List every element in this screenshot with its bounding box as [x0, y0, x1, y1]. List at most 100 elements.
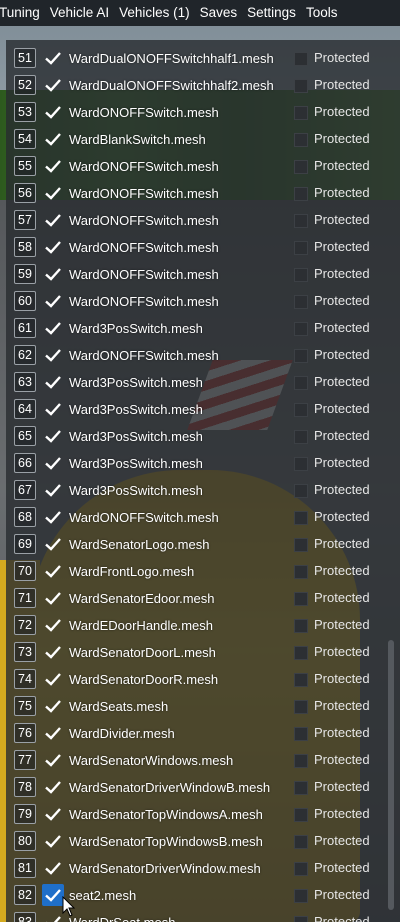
visible-checkbox[interactable] [42, 236, 64, 258]
row-index-box[interactable]: 56 [14, 183, 36, 203]
visible-checkbox[interactable] [42, 722, 64, 744]
protected-checkbox[interactable] [294, 430, 308, 444]
protected-checkbox[interactable] [294, 889, 308, 903]
protected-checkbox[interactable] [294, 538, 308, 552]
protected-checkbox[interactable] [294, 700, 308, 714]
row-index-box[interactable]: 54 [14, 129, 36, 149]
protected-checkbox[interactable] [294, 862, 308, 876]
visible-checkbox[interactable] [42, 587, 64, 609]
visible-checkbox[interactable] [42, 317, 64, 339]
menu-vehicles[interactable]: Vehicles (1) [119, 0, 198, 26]
protected-checkbox[interactable] [294, 160, 308, 174]
protected-checkbox[interactable] [294, 484, 308, 498]
visible-checkbox[interactable] [42, 182, 64, 204]
protected-checkbox[interactable] [294, 295, 308, 309]
protected-checkbox[interactable] [294, 565, 308, 579]
protected-checkbox[interactable] [294, 835, 308, 849]
protected-checkbox[interactable] [294, 619, 308, 633]
visible-checkbox[interactable] [42, 506, 64, 528]
row-index-box[interactable]: 53 [14, 102, 36, 122]
menu-tuning[interactable]: Tuning [0, 0, 48, 26]
row-index-box[interactable]: 62 [14, 345, 36, 365]
visible-checkbox[interactable] [42, 47, 64, 69]
visible-checkbox[interactable] [42, 830, 64, 852]
row-index-box[interactable]: 83 [14, 912, 36, 922]
visible-checkbox[interactable] [42, 749, 64, 771]
protected-checkbox[interactable] [294, 808, 308, 822]
visible-checkbox[interactable] [42, 533, 64, 555]
row-index-box[interactable]: 58 [14, 237, 36, 257]
protected-checkbox[interactable] [294, 511, 308, 525]
row-index-box[interactable]: 59 [14, 264, 36, 284]
visible-checkbox[interactable] [42, 479, 64, 501]
row-index-box[interactable]: 70 [14, 561, 36, 581]
protected-checkbox[interactable] [294, 646, 308, 660]
protected-checkbox[interactable] [294, 241, 308, 255]
visible-checkbox[interactable] [42, 803, 64, 825]
row-index-box[interactable]: 72 [14, 615, 36, 635]
protected-checkbox[interactable] [294, 52, 308, 66]
visible-checkbox[interactable] [42, 560, 64, 582]
protected-checkbox[interactable] [294, 673, 308, 687]
protected-checkbox[interactable] [294, 376, 308, 390]
row-index-box[interactable]: 76 [14, 723, 36, 743]
protected-checkbox[interactable] [294, 133, 308, 147]
protected-checkbox[interactable] [294, 781, 308, 795]
row-index-box[interactable]: 77 [14, 750, 36, 770]
menu-saves[interactable]: Saves [200, 0, 246, 26]
protected-checkbox[interactable] [294, 916, 308, 922]
row-index-box[interactable]: 78 [14, 777, 36, 797]
row-index-box[interactable]: 51 [14, 48, 36, 68]
protected-checkbox[interactable] [294, 79, 308, 93]
visible-checkbox[interactable] [42, 884, 64, 906]
visible-checkbox[interactable] [42, 398, 64, 420]
row-index-box[interactable]: 71 [14, 588, 36, 608]
row-index-box[interactable]: 74 [14, 669, 36, 689]
protected-checkbox[interactable] [294, 214, 308, 228]
row-index-box[interactable]: 67 [14, 480, 36, 500]
row-index-box[interactable]: 61 [14, 318, 36, 338]
row-index-box[interactable]: 73 [14, 642, 36, 662]
visible-checkbox[interactable] [42, 344, 64, 366]
row-index-box[interactable]: 60 [14, 291, 36, 311]
row-index-box[interactable]: 57 [14, 210, 36, 230]
row-index-box[interactable]: 79 [14, 804, 36, 824]
visible-checkbox[interactable] [42, 695, 64, 717]
visible-checkbox[interactable] [42, 668, 64, 690]
protected-checkbox[interactable] [294, 592, 308, 606]
visible-checkbox[interactable] [42, 101, 64, 123]
protected-checkbox[interactable] [294, 403, 308, 417]
menu-vehicle-ai[interactable]: Vehicle AI [50, 0, 117, 26]
visible-checkbox[interactable] [42, 209, 64, 231]
visible-checkbox[interactable] [42, 128, 64, 150]
visible-checkbox[interactable] [42, 74, 64, 96]
visible-checkbox[interactable] [42, 911, 64, 922]
row-index-box[interactable]: 55 [14, 156, 36, 176]
row-index-box[interactable]: 68 [14, 507, 36, 527]
protected-checkbox[interactable] [294, 457, 308, 471]
row-index-box[interactable]: 82 [14, 885, 36, 905]
protected-checkbox[interactable] [294, 349, 308, 363]
protected-checkbox[interactable] [294, 727, 308, 741]
visible-checkbox[interactable] [42, 857, 64, 879]
protected-checkbox[interactable] [294, 187, 308, 201]
visible-checkbox[interactable] [42, 641, 64, 663]
visible-checkbox[interactable] [42, 425, 64, 447]
visible-checkbox[interactable] [42, 776, 64, 798]
row-index-box[interactable]: 63 [14, 372, 36, 392]
row-index-box[interactable]: 65 [14, 426, 36, 446]
row-index-box[interactable]: 80 [14, 831, 36, 851]
protected-checkbox[interactable] [294, 106, 308, 120]
visible-checkbox[interactable] [42, 290, 64, 312]
visible-checkbox[interactable] [42, 155, 64, 177]
visible-checkbox[interactable] [42, 452, 64, 474]
row-index-box[interactable]: 52 [14, 75, 36, 95]
protected-checkbox[interactable] [294, 268, 308, 282]
row-index-box[interactable]: 66 [14, 453, 36, 473]
visible-checkbox[interactable] [42, 371, 64, 393]
row-index-box[interactable]: 81 [14, 858, 36, 878]
protected-checkbox[interactable] [294, 322, 308, 336]
row-index-box[interactable]: 64 [14, 399, 36, 419]
menu-settings[interactable]: Settings [247, 0, 304, 26]
protected-checkbox[interactable] [294, 754, 308, 768]
